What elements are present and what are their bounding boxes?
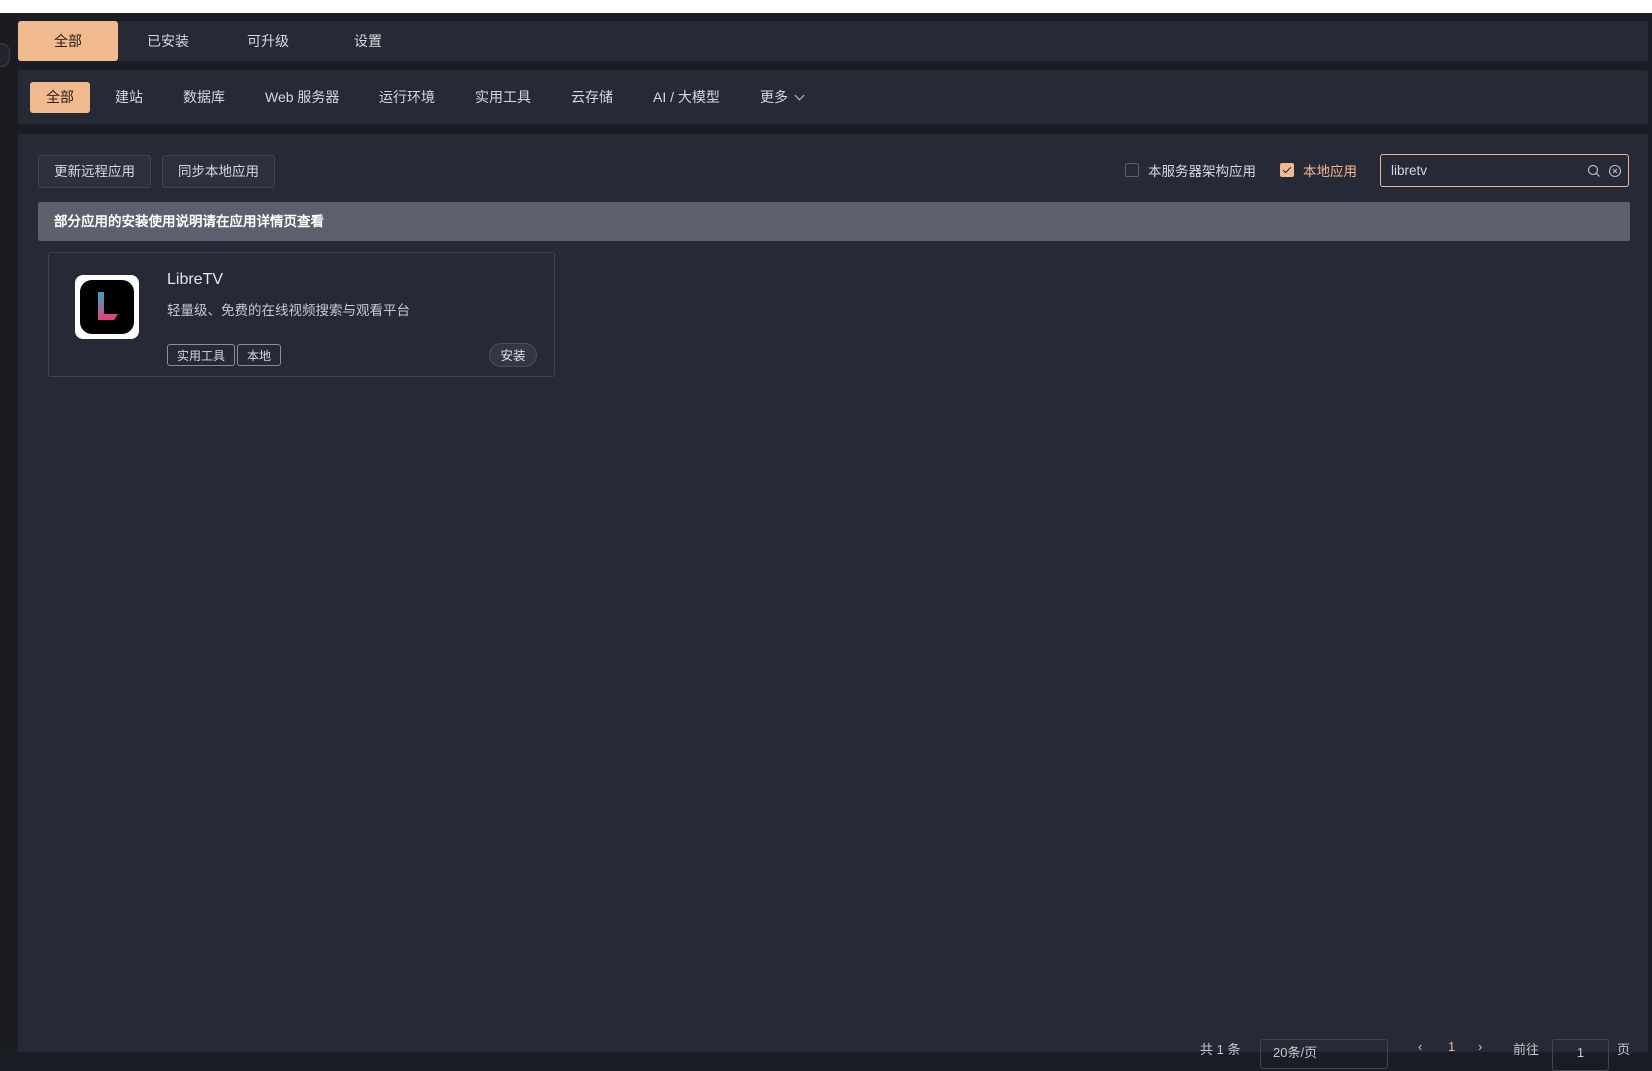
checkbox-checked [1280, 163, 1294, 177]
chevron-down-icon [794, 90, 805, 101]
search-box [1380, 154, 1629, 187]
local-filter-label: 本地应用 [1303, 164, 1357, 179]
update-remote-button[interactable]: 更新远程应用 [38, 155, 151, 188]
pagination-prev[interactable]: ‹ [1418, 1039, 1422, 1069]
category-web-server[interactable]: Web 服务器 [265, 82, 339, 113]
category-runtime[interactable]: 运行环境 [379, 82, 435, 113]
clear-icon[interactable] [1607, 163, 1623, 179]
category-cloud-storage[interactable]: 云存储 [571, 82, 613, 113]
tab-all[interactable]: 全部 [18, 21, 118, 61]
checkbox-box [1125, 163, 1139, 177]
app-tag-tools: 实用工具 [167, 344, 236, 366]
pagination-next[interactable]: › [1478, 1039, 1482, 1069]
search-input[interactable] [1381, 156, 1586, 185]
app-logo [75, 275, 139, 339]
window-top-bar [0, 0, 1652, 13]
app-card[interactable]: LibreTV 轻量级、免费的在线视频搜索与观看平台 实用工具 本地 安装 [48, 252, 555, 377]
category-website[interactable]: 建站 [115, 82, 143, 113]
app-tag-local: 本地 [237, 344, 282, 366]
pagination-current[interactable]: 1 [1448, 1039, 1455, 1069]
category-ai[interactable]: AI / 大模型 [653, 82, 720, 113]
left-edge [0, 13, 17, 1052]
app-description: 轻量级、免费的在线视频搜索与观看平台 [167, 303, 410, 318]
category-tools[interactable]: 实用工具 [475, 82, 531, 113]
app-name[interactable]: LibreTV [167, 271, 223, 289]
sidebar-toggle[interactable] [0, 43, 10, 67]
local-filter-checkbox[interactable]: 本地应用 [1280, 161, 1357, 179]
pagination-page-unit: 页 [1617, 1042, 1631, 1057]
sync-local-button[interactable]: 同步本地应用 [162, 155, 275, 188]
category-all[interactable]: 全部 [30, 82, 90, 113]
tab-settings[interactable]: 设置 [318, 21, 418, 61]
pagination-total: 共 1 条 [1200, 1042, 1241, 1057]
arch-filter-label: 本服务器架构应用 [1148, 164, 1256, 179]
app-panel: 更新远程应用 同步本地应用 本服务器架构应用 本地应用 部分应用的安装使用说明请… [18, 134, 1648, 1052]
tab-upgradable[interactable]: 可升级 [218, 21, 318, 61]
tab-installed[interactable]: 已安装 [118, 21, 218, 61]
category-more[interactable]: 更多 [760, 82, 805, 113]
page-size-select[interactable]: 20条/页 [1260, 1039, 1388, 1069]
pagination-goto-input[interactable]: 1 [1552, 1039, 1609, 1071]
libretv-logo-icon [80, 280, 134, 334]
search-icon[interactable] [1586, 163, 1602, 179]
install-button[interactable]: 安装 [489, 343, 537, 367]
category-more-label: 更多 [760, 89, 788, 105]
category-bar: 全部 建站 数据库 Web 服务器 运行环境 实用工具 云存储 AI / 大模型… [18, 70, 1648, 124]
arch-filter-checkbox[interactable]: 本服务器架构应用 [1125, 161, 1256, 179]
notice-banner: 部分应用的安装使用说明请在应用详情页查看 [38, 202, 1630, 241]
category-database[interactable]: 数据库 [183, 82, 225, 113]
pagination-goto-label: 前往 [1513, 1042, 1540, 1057]
main-tabs: 全部 已安装 可升级 设置 [18, 21, 1648, 61]
